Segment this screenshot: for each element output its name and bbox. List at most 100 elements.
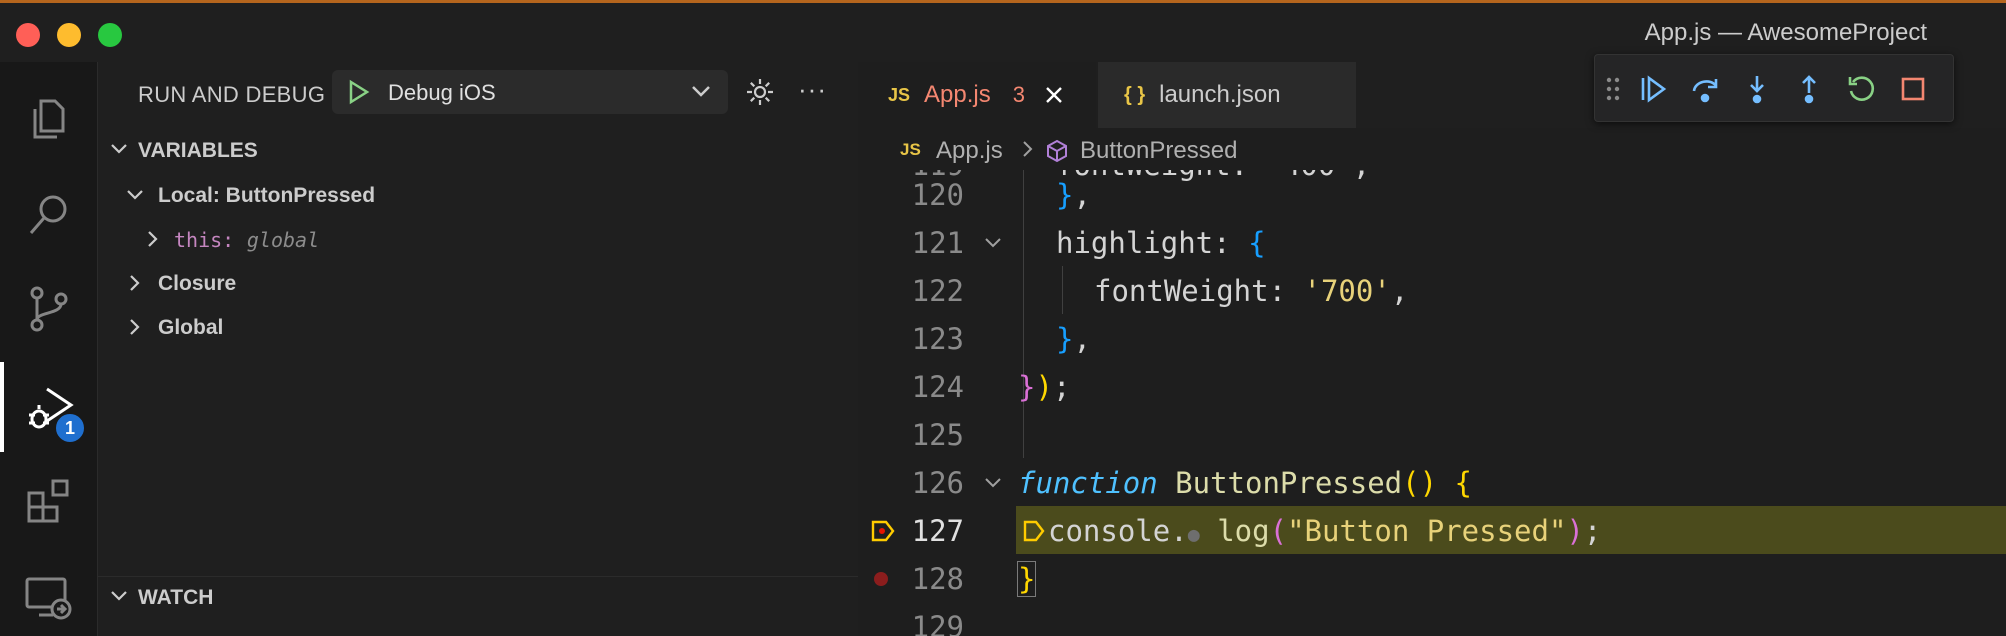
string-literal: "Button Pressed" xyxy=(1287,514,1567,548)
step-over-button[interactable] xyxy=(1687,71,1723,107)
paren: ) xyxy=(1035,370,1053,404)
gripper-icon xyxy=(1606,77,1620,101)
continue-button[interactable] xyxy=(1635,71,1671,107)
object-name: console. xyxy=(1048,514,1188,548)
chevron-down-icon xyxy=(111,591,127,601)
string-literal: '700' xyxy=(1303,274,1391,308)
window-title: App.js — AwesomeProject xyxy=(1644,19,1927,46)
tab-app-js[interactable]: JS App.js 3 xyxy=(858,62,1096,128)
semicolon: ; xyxy=(1052,370,1071,404)
code-line: 126 function ButtonPressed() { xyxy=(858,458,2006,506)
chevron-down-icon xyxy=(127,190,143,200)
activity-extensions[interactable] xyxy=(0,456,98,546)
step-into-button[interactable] xyxy=(1739,71,1775,107)
brace: } xyxy=(1056,322,1074,356)
property-key: fontWeight: xyxy=(1094,274,1304,308)
code-line: 123 }, xyxy=(858,314,2006,362)
line-number: 120 xyxy=(911,178,964,212)
code-line-current: 127 console.● log("Button Pressed"); xyxy=(858,506,2006,554)
variables-section-header[interactable]: VARIABLES xyxy=(98,130,858,170)
fold-chevron-icon[interactable] xyxy=(982,232,1004,254)
keyword: function xyxy=(1018,466,1158,500)
line-number: 124 xyxy=(911,370,964,404)
step-out-button[interactable] xyxy=(1791,71,1827,107)
scope-local[interactable]: Local: ButtonPressed xyxy=(98,174,858,214)
restart-icon xyxy=(1848,76,1875,101)
comma: , xyxy=(1073,322,1091,356)
restart-button[interactable] xyxy=(1843,71,1879,107)
step-into-icon xyxy=(1750,76,1764,104)
chevron-down-icon xyxy=(692,86,710,97)
breadcrumb: JS App.js ButtonPressed xyxy=(858,130,2006,170)
start-debugging-icon[interactable] xyxy=(344,78,372,106)
inline-breakpoint-icon xyxy=(1023,520,1045,542)
extensions-icon xyxy=(27,479,69,523)
chevron-right-icon xyxy=(130,319,140,335)
variable-value: global xyxy=(246,228,320,252)
watch-title: WATCH xyxy=(138,586,214,609)
tab-launch-json[interactable]: { } launch.json xyxy=(1098,62,1356,128)
editor-group: JS App.js 3 { } launch.json JS App.js Bu… xyxy=(858,62,2006,636)
code-line: 121 highlight: { xyxy=(858,218,2006,266)
activity-bar: 1 xyxy=(0,62,98,636)
title-bar: App.js — AwesomeProject xyxy=(0,0,2006,62)
search-icon xyxy=(29,195,67,234)
brace: { xyxy=(1248,226,1266,260)
parens: () xyxy=(1402,466,1438,500)
problems-count: 3 xyxy=(1012,82,1025,107)
semicolon: ; xyxy=(1583,514,1602,548)
function-name: ButtonPressed xyxy=(1175,466,1403,500)
brace: { xyxy=(1454,466,1472,500)
window-close-button[interactable] xyxy=(16,23,40,47)
chevron-right-icon xyxy=(130,275,140,291)
chevron-down-icon xyxy=(111,144,127,154)
line-number: 128 xyxy=(911,562,964,596)
line-number: 127 xyxy=(911,514,964,548)
code-line: 122 fontWeight: '700', xyxy=(858,266,2006,314)
variable-this[interactable]: this: global xyxy=(98,218,858,258)
line-number: 121 xyxy=(911,226,964,260)
inline-breakpoint-dot-icon: ● xyxy=(1187,522,1200,546)
activity-remote-explorer[interactable] xyxy=(0,552,98,636)
breadcrumb-symbol[interactable]: ButtonPressed xyxy=(1080,137,1237,165)
gear-icon[interactable] xyxy=(744,76,776,108)
window-minimize-button[interactable] xyxy=(57,23,81,47)
activity-explorer[interactable] xyxy=(0,74,98,164)
sidebar-title: RUN AND DEBUG xyxy=(138,82,326,107)
more-actions-icon[interactable]: ··· xyxy=(798,74,827,105)
step-over-icon xyxy=(1692,79,1718,103)
breadcrumb-file[interactable]: App.js xyxy=(936,137,1003,165)
comma: , xyxy=(1390,274,1409,308)
brace: } xyxy=(1016,561,1037,597)
close-icon[interactable] xyxy=(1043,84,1065,106)
continue-icon xyxy=(1641,75,1667,103)
method-cube-icon xyxy=(1047,139,1067,163)
debug-config-select[interactable]: Debug iOS xyxy=(332,70,728,114)
variables-title: VARIABLES xyxy=(138,139,258,162)
scope-global[interactable]: Global xyxy=(98,306,858,346)
code-line: 120 }, xyxy=(858,170,2006,218)
stop-button[interactable] xyxy=(1895,71,1931,107)
debug-toolbar xyxy=(1594,54,1954,122)
activity-source-control[interactable] xyxy=(0,264,98,354)
drag-handle[interactable] xyxy=(1603,71,1623,107)
line-number: 126 xyxy=(911,466,964,500)
scope-closure[interactable]: Closure xyxy=(98,262,858,302)
files-icon xyxy=(33,99,65,139)
scope-closure-label: Closure xyxy=(158,272,237,295)
brace: } xyxy=(1056,178,1074,212)
watch-section-header[interactable]: WATCH xyxy=(98,576,858,616)
tab-label: App.js xyxy=(924,81,991,108)
remote-explorer-icon xyxy=(25,577,72,620)
window-maximize-button[interactable] xyxy=(98,23,122,47)
activity-search[interactable] xyxy=(0,170,98,260)
scope-global-label: Global xyxy=(158,316,224,339)
line-number: 123 xyxy=(911,322,964,356)
activity-run-and-debug[interactable]: 1 xyxy=(0,362,98,452)
run-and-debug-sidebar: RUN AND DEBUG Debug iOS ··· VARIABLES Lo… xyxy=(98,62,858,636)
code-line: 124 }); xyxy=(858,362,2006,410)
fold-chevron-icon[interactable] xyxy=(982,472,1004,494)
stop-icon xyxy=(1901,77,1925,101)
js-file-icon: JS xyxy=(888,84,911,105)
code-editor[interactable]: 119 fontWeight: '400', 120 }, 121 highli… xyxy=(858,170,2006,636)
